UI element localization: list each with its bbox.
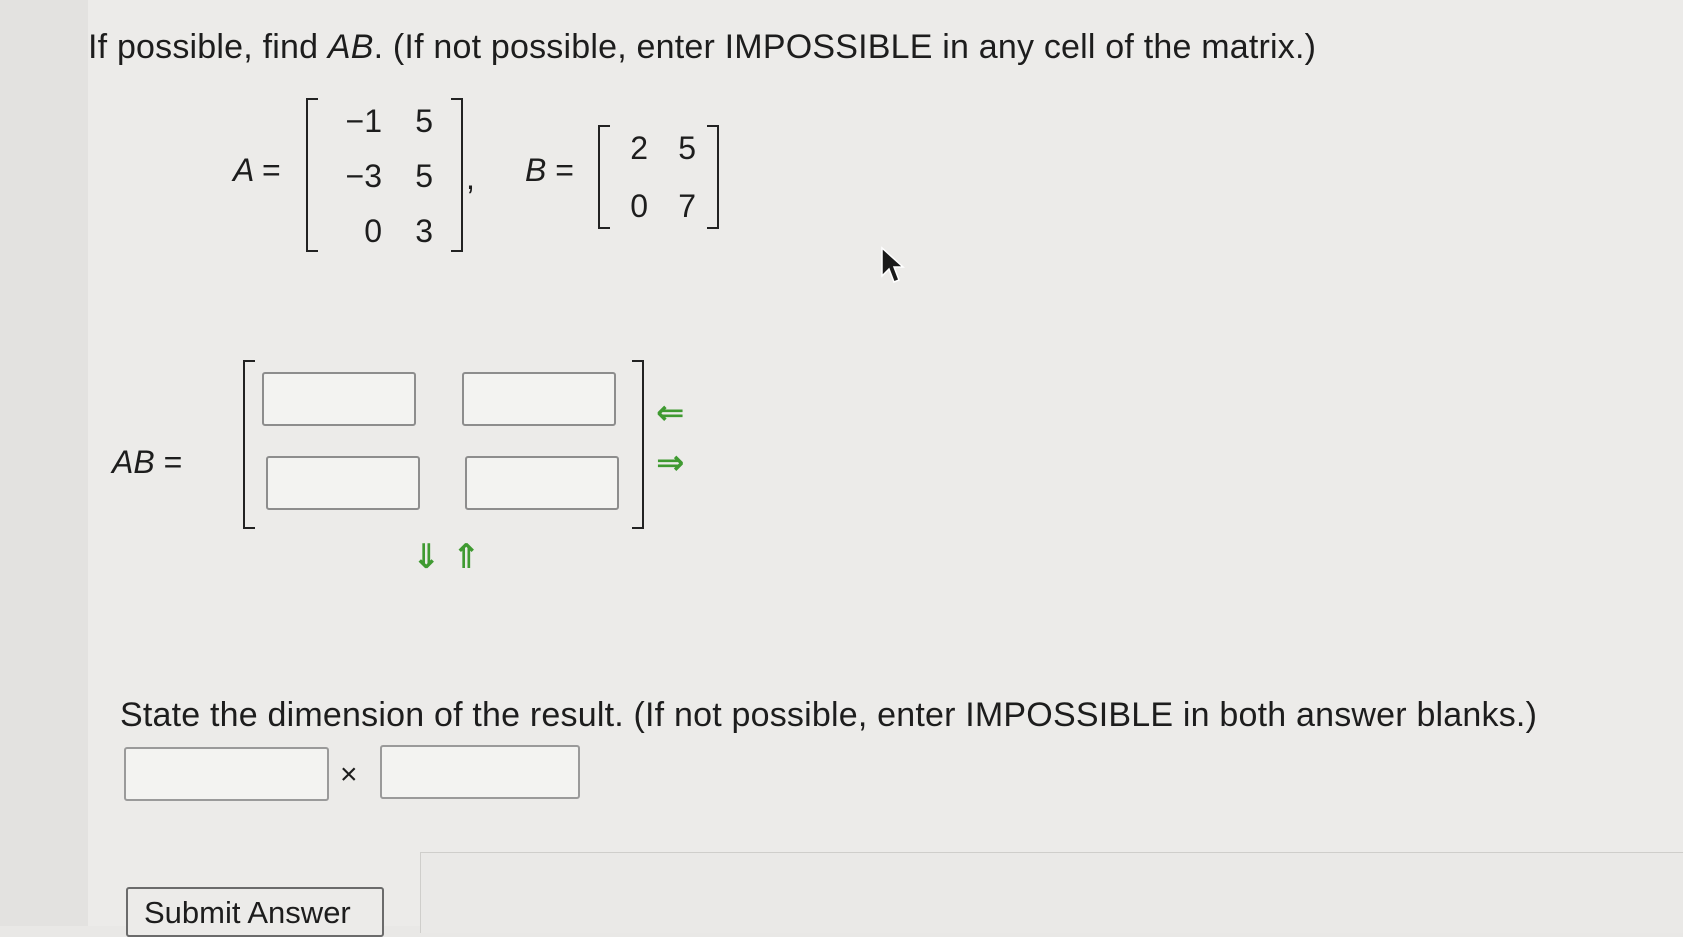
- dimension-prompt: State the dimension of the result. (If n…: [120, 696, 1538, 734]
- answer-left-bracket: [243, 360, 255, 529]
- matrix-a-left-bracket: [306, 98, 318, 252]
- dimension-cols-input[interactable]: [380, 745, 580, 799]
- matrix-a-entry: 5: [415, 103, 433, 139]
- feedback-area: [420, 852, 1683, 933]
- matrix-b-entry: 7: [678, 188, 696, 224]
- instruction-var: AB: [327, 28, 374, 66]
- answer-cell-r1c1[interactable]: [262, 372, 416, 426]
- answer-cell-r2c2[interactable]: [465, 456, 619, 510]
- answer-right-bracket: [632, 360, 644, 529]
- mouse-cursor-icon: [881, 246, 905, 283]
- matrix-separator: ,: [466, 160, 475, 196]
- dimension-rows-input[interactable]: [124, 747, 329, 801]
- left-margin: [0, 0, 89, 926]
- answer-cell-r2c1[interactable]: [266, 456, 420, 510]
- matrix-a-right-bracket: [451, 98, 463, 252]
- remove-row-arrow-icon[interactable]: ⇑: [452, 540, 481, 574]
- submit-answer-button[interactable]: Submit Answer: [126, 887, 384, 937]
- times-symbol: ×: [340, 758, 358, 791]
- answer-cell-r1c2[interactable]: [462, 372, 616, 426]
- remove-column-arrow-icon[interactable]: ⇒: [656, 446, 685, 480]
- matrix-a-entry: 5: [415, 158, 433, 194]
- matrix-b-right-bracket: [707, 125, 719, 229]
- instruction-suffix: . (If not possible, enter IMPOSSIBLE in …: [373, 28, 1317, 66]
- matrix-a-entry: 3: [415, 213, 433, 249]
- matrix-a-label: A =: [233, 152, 281, 188]
- question-instruction: If possible, find AB. (If not possible, …: [88, 28, 1316, 67]
- instruction-prefix: If possible, find: [88, 28, 328, 66]
- add-row-arrow-icon[interactable]: ⇓: [412, 540, 441, 574]
- matrix-b-entry: 5: [678, 130, 696, 166]
- add-column-arrow-icon[interactable]: ⇐: [656, 396, 685, 430]
- answer-label: AB =: [112, 444, 183, 480]
- matrix-b-label: B =: [525, 152, 574, 188]
